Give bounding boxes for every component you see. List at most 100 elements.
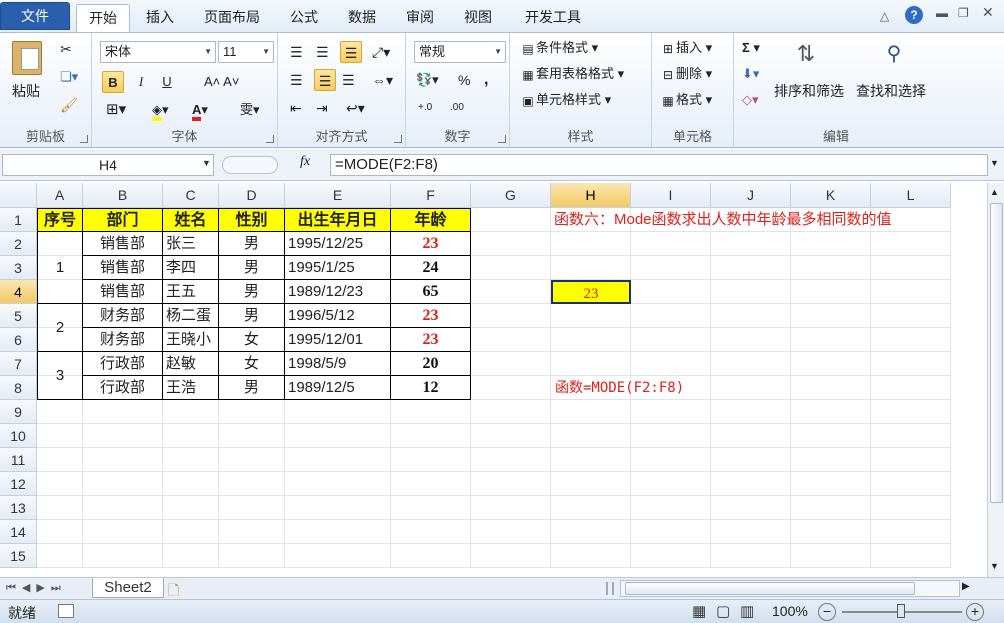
grid-cell[interactable]	[391, 400, 471, 424]
grid-cell[interactable]	[871, 400, 951, 424]
grid-cell[interactable]	[631, 496, 711, 520]
grid-cell[interactable]	[471, 496, 551, 520]
fill-icon[interactable]: ⬇▾	[742, 63, 759, 85]
age-cell[interactable]: 20	[391, 352, 471, 376]
grid-cell[interactable]	[551, 232, 631, 256]
row-header-6[interactable]: 6	[0, 328, 37, 352]
age-cell[interactable]: 24	[391, 256, 471, 280]
dept-cell[interactable]: 销售部	[83, 232, 163, 256]
grid-cell[interactable]	[471, 352, 551, 376]
grid-cell[interactable]	[791, 496, 871, 520]
grid-cell[interactable]	[471, 280, 551, 304]
dept-cell[interactable]: 行政部	[83, 376, 163, 400]
align-right-icon[interactable]: ☰	[342, 69, 355, 91]
row-header-5[interactable]: 5	[0, 304, 37, 328]
grid-cell[interactable]	[219, 400, 285, 424]
grid-cell[interactable]	[285, 472, 391, 496]
name-cell[interactable]: 王五	[163, 280, 219, 304]
formula-input[interactable]: =MODE(F2:F8)	[330, 154, 988, 176]
grid-cell[interactable]	[791, 472, 871, 496]
age-cell[interactable]: 23	[391, 328, 471, 352]
row-header-15[interactable]: 15	[0, 544, 37, 568]
row-header-7[interactable]: 7	[0, 352, 37, 376]
normal-view-icon[interactable]: ▦	[692, 602, 706, 620]
percent-button[interactable]: %	[458, 69, 470, 91]
merge-center-icon[interactable]: ⇔▾	[372, 69, 393, 91]
cut-icon[interactable]: ✂	[60, 41, 72, 58]
grid-cell[interactable]	[471, 472, 551, 496]
grid-cell[interactable]	[711, 256, 791, 280]
header-cell-a[interactable]: 序号	[37, 208, 83, 232]
conditional-format-button[interactable]: ▤ 条件格式 ▾	[520, 37, 598, 59]
grid-cell[interactable]	[871, 232, 951, 256]
grid-cell[interactable]	[551, 544, 631, 568]
grid-cell[interactable]	[163, 424, 219, 448]
grid-cell[interactable]	[471, 256, 551, 280]
grid-cell[interactable]	[471, 520, 551, 544]
age-cell[interactable]: 12	[391, 376, 471, 400]
column-header-l[interactable]: L	[871, 183, 951, 208]
column-header-e[interactable]: E	[285, 183, 391, 208]
column-header-g[interactable]: G	[471, 183, 551, 208]
grid-cell[interactable]	[163, 448, 219, 472]
tab-review[interactable]: 审阅	[400, 4, 440, 32]
insert-function-icon[interactable]: fx	[300, 154, 310, 170]
grid-cell[interactable]	[871, 376, 951, 400]
grid-cell[interactable]	[871, 256, 951, 280]
grid-cell[interactable]	[285, 544, 391, 568]
grid-cell[interactable]	[391, 496, 471, 520]
dept-cell[interactable]: 财务部	[83, 328, 163, 352]
row-header-13[interactable]: 13	[0, 496, 37, 520]
grid-cell[interactable]	[791, 328, 871, 352]
grid-cell[interactable]	[631, 424, 711, 448]
align-middle-icon[interactable]: ☰	[316, 41, 329, 63]
birth-cell[interactable]: 1989/12/5	[285, 376, 391, 400]
grid-cell[interactable]	[471, 544, 551, 568]
grid-cell[interactable]	[711, 328, 791, 352]
name-cell[interactable]: 王浩	[163, 376, 219, 400]
tab-page-layout[interactable]: 页面布局	[196, 4, 268, 32]
grid-cell[interactable]	[631, 472, 711, 496]
zoom-out-icon[interactable]: −	[818, 603, 836, 621]
row-header-3[interactable]: 3	[0, 256, 37, 280]
age-cell[interactable]: 65	[391, 280, 471, 304]
grid-cell[interactable]	[391, 424, 471, 448]
row-header-9[interactable]: 9	[0, 400, 37, 424]
grid-cell[interactable]	[551, 304, 631, 328]
grid-cell[interactable]	[163, 544, 219, 568]
grid-cell[interactable]	[711, 496, 791, 520]
zoom-level[interactable]: 100%	[772, 603, 808, 619]
grid-cell[interactable]	[37, 544, 83, 568]
zoom-in-icon[interactable]: +	[966, 603, 984, 621]
format-painter-icon[interactable]: 🖌	[60, 97, 78, 114]
column-header-a[interactable]: A	[37, 183, 83, 208]
underline-button[interactable]: U	[158, 71, 176, 93]
grid-cell[interactable]	[37, 520, 83, 544]
insert-cells-button[interactable]: ⊞ 插入 ▾	[660, 37, 712, 59]
grid-cell[interactable]	[791, 304, 871, 328]
grid-cell[interactable]	[471, 424, 551, 448]
expand-formula-icon[interactable]: ▼	[990, 158, 999, 168]
grid-cell[interactable]	[791, 232, 871, 256]
font-color-icon[interactable]: A▾	[192, 99, 208, 121]
macro-record-icon[interactable]	[58, 604, 74, 618]
sex-cell[interactable]: 男	[219, 304, 285, 328]
page-break-view-icon[interactable]: ▥	[740, 602, 754, 620]
grid-cell[interactable]	[871, 304, 951, 328]
grid-cell[interactable]	[791, 544, 871, 568]
dept-cell[interactable]: 销售部	[83, 280, 163, 304]
column-header-f[interactable]: F	[391, 183, 471, 208]
grid-cell[interactable]	[471, 376, 551, 400]
tab-formulas[interactable]: 公式	[284, 4, 324, 32]
grid-cell[interactable]	[471, 208, 551, 232]
grid-cell[interactable]	[551, 448, 631, 472]
tab-file[interactable]: 文件	[0, 2, 70, 30]
tab-data[interactable]: 数据	[342, 4, 382, 32]
grid-cell[interactable]	[391, 472, 471, 496]
birth-cell[interactable]: 1996/5/12	[285, 304, 391, 328]
grid-cell[interactable]	[83, 472, 163, 496]
column-header-d[interactable]: D	[219, 183, 285, 208]
sort-filter-button[interactable]: 排序和筛选	[774, 81, 844, 101]
name-cell[interactable]: 王晓小	[163, 328, 219, 352]
grid-cell[interactable]	[285, 400, 391, 424]
